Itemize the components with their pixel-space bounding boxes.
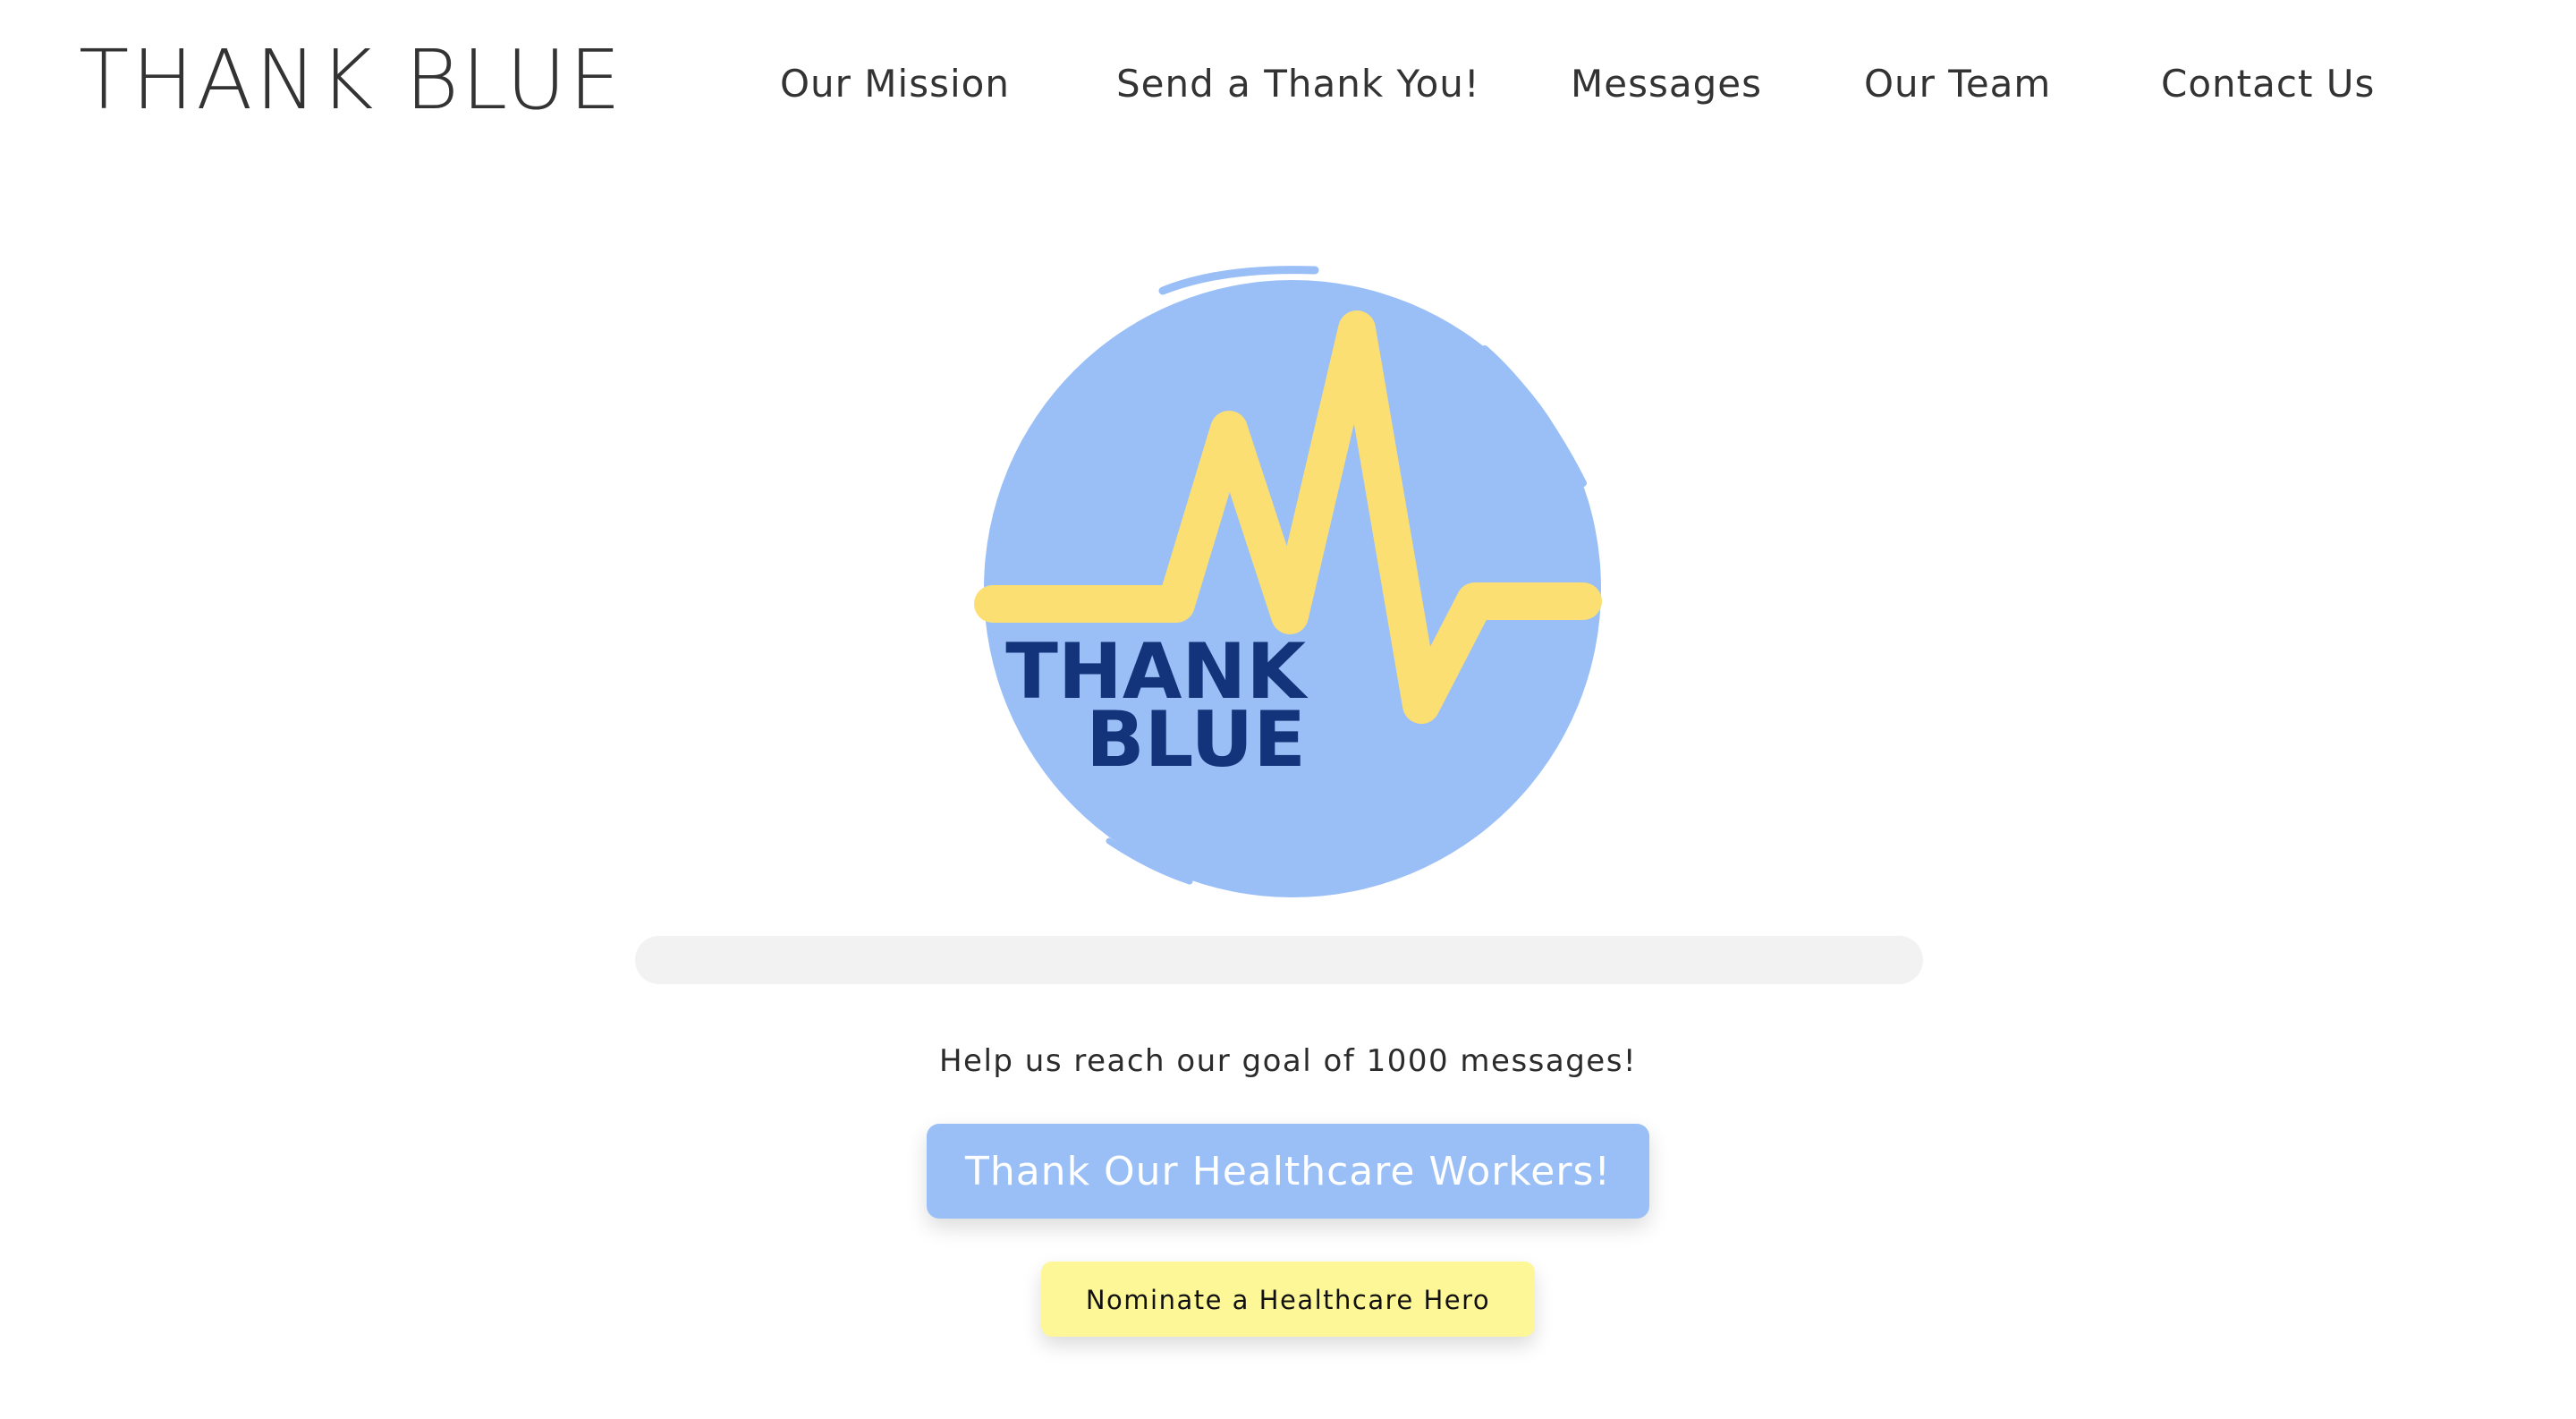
- nav-our-team[interactable]: Our Team: [1864, 57, 2051, 111]
- main-nav: Our Mission Send a Thank You! Messages O…: [0, 57, 2576, 111]
- logo-text-blue: BLUE: [1086, 695, 1306, 785]
- goal-text: Help us reach our goal of 1000 messages!: [938, 1043, 1638, 1079]
- message-progress-bar: [635, 936, 1923, 984]
- nav-messages[interactable]: Messages: [1571, 57, 1762, 111]
- thank-blue-logo: THANK BLUE: [974, 266, 1602, 897]
- nav-contact-us[interactable]: Contact Us: [2161, 57, 2375, 111]
- thank-healthcare-workers-button[interactable]: Thank Our Healthcare Workers!: [927, 1124, 1649, 1219]
- page: THANK BLUE Our Mission Send a Thank You!…: [0, 0, 2576, 1419]
- nav-send-thank-you[interactable]: Send a Thank You!: [1116, 57, 1480, 111]
- nominate-hero-button[interactable]: Nominate a Healthcare Hero: [1041, 1262, 1535, 1337]
- nav-our-mission[interactable]: Our Mission: [780, 57, 1010, 111]
